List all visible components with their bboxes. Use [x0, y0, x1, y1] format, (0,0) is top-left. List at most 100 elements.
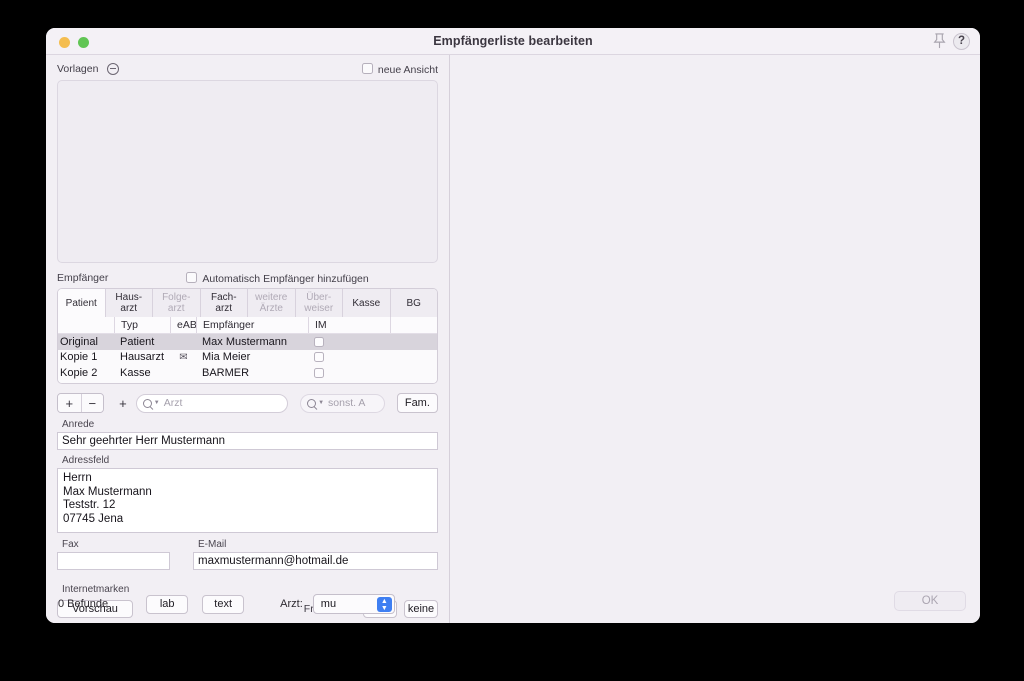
search-sonst-field[interactable]: ▼ sonst. A	[300, 393, 385, 413]
anrede-input[interactable]: Sehr geehrter Herr Mustermann	[57, 432, 438, 450]
dialog-window: Empfängerliste bearbeiten ? Vorlagen neu…	[46, 28, 980, 623]
text-button[interactable]: text	[202, 594, 245, 614]
title-bar: Empfängerliste bearbeiten ?	[46, 28, 980, 55]
arzt-label: Arzt:	[280, 598, 303, 610]
add-recipient-button[interactable]: +	[58, 394, 81, 412]
arzt-selected-value: mu	[320, 598, 337, 610]
column-header-empfaenger[interactable]: Empfänger	[196, 317, 308, 333]
email-input[interactable]: maxmustermann@hotmail.de	[193, 552, 438, 570]
anrede-group: Anrede Sehr geehrter Herr Mustermann	[57, 419, 438, 450]
cell-kopie: Kopie 1	[60, 351, 98, 364]
cell-typ: Kasse	[120, 366, 151, 379]
tab-kasse[interactable]: Kasse	[343, 289, 391, 317]
email-label: E-Mail	[198, 539, 227, 550]
table-row[interactable]: Kopie 1 Hausarzt ✉ Mia Meier	[58, 350, 437, 366]
im-checkbox[interactable]	[314, 352, 324, 363]
help-button[interactable]: ?	[953, 32, 970, 50]
checkbox-box[interactable]	[361, 62, 373, 74]
adressfeld-group: Adressfeld Herrn Max Mustermann Teststr.…	[57, 455, 438, 533]
tab-folgearzt: Folge- arzt	[153, 289, 201, 317]
empfaenger-label: Empfänger	[57, 272, 109, 284]
neue-ansicht-checkbox[interactable]: neue Ansicht	[361, 62, 438, 76]
tab-patient[interactable]: Patient	[58, 289, 106, 317]
auto-add-label: Automatisch Empfänger hinzufügen	[202, 272, 369, 285]
vorlagen-list[interactable]	[57, 80, 438, 263]
im-checkbox[interactable]	[314, 367, 324, 378]
adressfeld-label: Adressfeld	[62, 455, 110, 466]
cell-im	[308, 336, 390, 347]
table-row[interactable]: Kopie 2 Kasse BARMER	[58, 365, 437, 381]
tab-weitere-aerzte: weitere Ärzte	[248, 289, 296, 317]
vorlagen-label: Vorlagen	[57, 63, 99, 75]
cell-empfaenger: Max Mustermann	[202, 335, 287, 348]
email-group: E-Mail maxmustermann@hotmail.de	[193, 539, 438, 570]
window-title: Empfängerliste bearbeiten	[433, 34, 593, 48]
neue-ansicht-label: neue Ansicht	[377, 63, 438, 76]
search-icon	[307, 398, 317, 408]
fax-group: Fax	[57, 539, 183, 570]
zoom-button[interactable]	[78, 37, 89, 48]
stepper-icon[interactable]: ▲ ▼	[376, 596, 392, 612]
cell-kopie: Kopie 2	[60, 366, 98, 379]
minimize-button[interactable]	[59, 37, 70, 48]
im-checkbox[interactable]	[314, 336, 324, 347]
fam-button[interactable]: Fam.	[396, 393, 438, 413]
cell-kopie: Original	[60, 335, 98, 348]
recipient-tabs: Patient Haus- arzt Folge- arzt Fach- arz…	[58, 289, 437, 317]
ok-button[interactable]: OK	[894, 591, 966, 611]
empfaenger-header: Empfänger Automatisch Empfänger hinzufüg…	[57, 268, 438, 288]
add-remove-segmented: + −	[57, 393, 105, 413]
column-label: eAB	[177, 319, 197, 331]
cell-empfaenger: Mia Meier	[202, 351, 251, 364]
search-arzt-field[interactable]: ▼ Arzt	[135, 393, 289, 413]
cell-typ: Patient	[120, 335, 155, 348]
add-extra-button[interactable]: +	[112, 393, 134, 413]
pin-icon[interactable]	[932, 32, 947, 50]
window-body: Vorlagen neue Ansicht Empfänger Automati…	[46, 55, 980, 623]
column-header-extra[interactable]	[390, 317, 430, 333]
tab-hausarzt[interactable]: Haus- arzt	[105, 289, 153, 317]
column-header-typ[interactable]: Typ	[114, 317, 170, 333]
cell-empfaenger: BARMER	[202, 366, 250, 379]
fax-input[interactable]	[57, 552, 170, 570]
column-header-eab[interactable]: eAB	[170, 317, 197, 333]
bottom-bar: 0 Befunde lab text Arzt: mu ▲ ▼	[46, 585, 449, 623]
cell-im	[308, 367, 390, 378]
recipients-table: Original Patient Max Mustermann Kopie 1 …	[58, 334, 437, 383]
column-label: Empfänger	[203, 319, 255, 331]
search-icon	[142, 398, 152, 408]
remove-recipient-button[interactable]: −	[80, 394, 104, 412]
arzt-select[interactable]: mu ▲ ▼	[312, 594, 395, 614]
column-header-kopie[interactable]	[58, 317, 114, 333]
column-header-im[interactable]: IM	[308, 317, 390, 333]
search-arzt-placeholder: Arzt	[163, 397, 183, 409]
lab-button[interactable]: lab	[146, 594, 189, 614]
tab-ueberweiser: Über- weiser	[295, 289, 343, 317]
checkbox-box[interactable]	[186, 271, 198, 283]
traffic-light-buttons	[59, 37, 89, 48]
auto-add-checkbox[interactable]: Automatisch Empfänger hinzufügen	[186, 271, 369, 285]
table-column-headers: Typ eAB Empfänger IM	[58, 317, 437, 334]
empfaenger-panel: Patient Haus- arzt Folge- arzt Fach- arz…	[57, 288, 438, 384]
anrede-label: Anrede	[62, 419, 95, 430]
adressfeld-textarea[interactable]: Herrn Max Mustermann Teststr. 12 07745 J…	[57, 468, 438, 533]
befunde-count: 0 Befunde	[58, 598, 109, 610]
tab-bg[interactable]: BG	[390, 289, 437, 317]
cell-im	[308, 352, 390, 363]
table-row[interactable]: Original Patient Max Mustermann	[58, 334, 437, 350]
tab-facharzt[interactable]: Fach- arzt	[200, 289, 248, 317]
circle-minus-icon[interactable]	[107, 63, 120, 75]
search-sonst-placeholder: sonst. A	[328, 397, 366, 409]
column-label: IM	[315, 319, 327, 331]
recipient-toolbar: + − + ▼ Arzt ▼ sonst. A Fam.	[57, 392, 438, 414]
contact-row: Fax E-Mail maxmustermann@hotmail.de	[57, 539, 438, 570]
envelope-icon: ✉	[179, 351, 188, 363]
chevron-down-icon[interactable]: ▼	[154, 400, 160, 406]
fax-label: Fax	[62, 539, 79, 550]
vorlagen-header: Vorlagen neue Ansicht	[57, 59, 438, 79]
column-label: Typ	[121, 319, 138, 331]
cell-typ: Hausarzt	[120, 351, 165, 364]
right-pane: OK	[450, 55, 980, 623]
chevron-down-icon[interactable]: ▼	[318, 400, 324, 406]
titlebar-accessories: ?	[932, 32, 970, 50]
